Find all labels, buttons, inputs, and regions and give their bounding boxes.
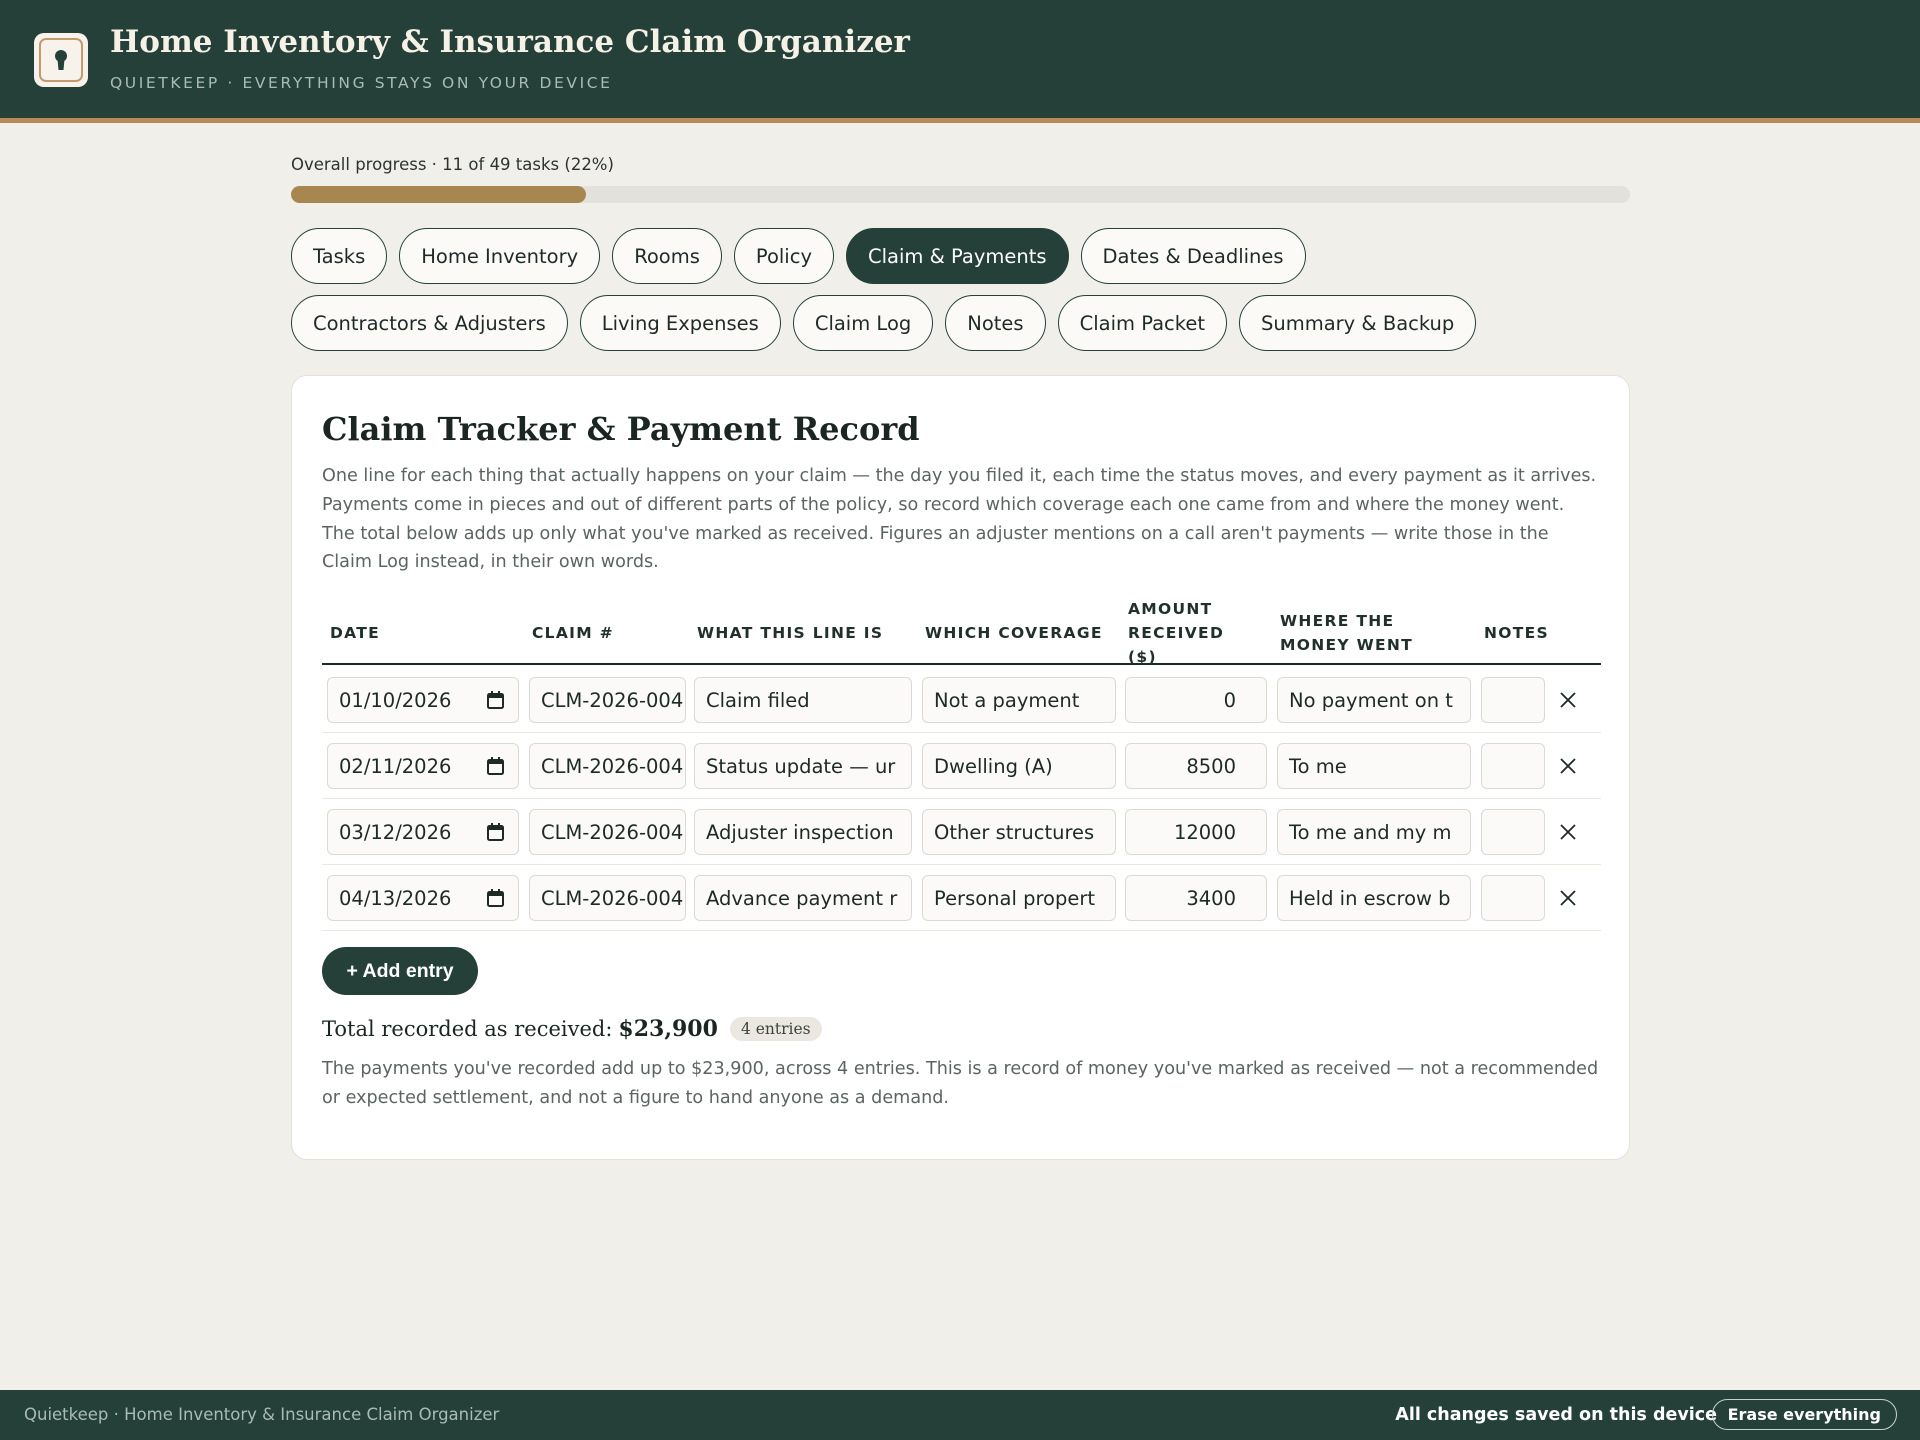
total-received: Total recorded as received: $23,900 4 en…	[322, 1016, 822, 1042]
notes-input[interactable]	[1481, 743, 1545, 789]
section-title: Claim Tracker & Payment Record	[322, 410, 920, 448]
keyhole-icon	[39, 38, 83, 82]
tab-tasks[interactable]: Tasks	[291, 228, 388, 284]
column-header-where: WHERE THE MONEY WENT	[1280, 612, 1414, 654]
calendar-icon[interactable]	[487, 823, 504, 841]
tab-home-inventory[interactable]: Home Inventory	[399, 228, 601, 284]
column-header-date: DATE	[330, 624, 381, 642]
where-money-went-input[interactable]: To me	[1277, 743, 1471, 789]
erase-everything-button[interactable]: Erase everything	[1711, 1399, 1897, 1430]
line-description-input[interactable]: Adjuster inspection	[694, 809, 912, 855]
tab-contractors-adjusters[interactable]: Contractors & Adjusters	[291, 295, 568, 351]
notes-input[interactable]	[1481, 875, 1545, 921]
where-money-went-input[interactable]: No payment on t	[1277, 677, 1471, 723]
notes-input[interactable]	[1481, 809, 1545, 855]
amount-input[interactable]: 8500	[1125, 743, 1267, 789]
column-header-coverage: WHICH COVERAGE	[925, 624, 1103, 642]
tab-notes[interactable]: Notes	[945, 295, 1046, 351]
tab-policy[interactable]: Policy	[733, 228, 834, 284]
app-footer: Quietkeep · Home Inventory & Insurance C…	[0, 1390, 1920, 1440]
delete-row-icon[interactable]	[1556, 820, 1580, 844]
delete-row-icon[interactable]	[1556, 754, 1580, 778]
column-header-claim: CLAIM #	[532, 624, 614, 642]
claim-number-input[interactable]: CLM-2026-004	[529, 875, 686, 921]
tab-dates-deadlines[interactable]: Dates & Deadlines	[1080, 228, 1306, 284]
total-note: The payments you've recorded add up to $…	[322, 1059, 1599, 1108]
date-value: 02/11/2026	[339, 754, 452, 778]
coverage-input[interactable]: Not a payment	[922, 677, 1116, 723]
section-description: One line for each thing that actually ha…	[322, 466, 1597, 573]
line-description-input[interactable]: Claim filed	[694, 677, 912, 723]
amount-input[interactable]: 0	[1125, 677, 1267, 723]
tab-summary-backup[interactable]: Summary & Backup	[1238, 295, 1477, 351]
app-title: Home Inventory & Insurance Claim Organiz…	[110, 24, 910, 60]
table-header: DATE CLAIM # WHAT THIS LINE IS WHICH COV…	[322, 600, 1601, 666]
table-row: 03/12/2026 CLM-2026-004 Adjuster inspect…	[322, 799, 1601, 865]
line-description-input[interactable]: Advance payment r	[694, 875, 912, 921]
coverage-input[interactable]: Dwelling (A)	[922, 743, 1116, 789]
add-entry-button[interactable]: + Add entry	[322, 947, 478, 995]
column-header-amount: AMOUNT RECEIVED ($)	[1128, 600, 1225, 666]
tab-rooms[interactable]: Rooms	[612, 228, 722, 284]
calendar-icon[interactable]	[487, 757, 504, 775]
date-value: 03/12/2026	[339, 820, 452, 844]
line-description-input[interactable]: Status update — ur	[694, 743, 912, 789]
app-logo	[34, 33, 88, 87]
app-subtitle: QUIETKEEP · EVERYTHING STAYS ON YOUR DEV…	[110, 74, 613, 92]
total-amount: $23,900	[618, 1016, 718, 1042]
total-label: Total recorded as received:	[322, 1017, 613, 1041]
claim-number-input[interactable]: CLM-2026-004	[529, 677, 686, 723]
tab-living-expenses[interactable]: Living Expenses	[579, 295, 781, 351]
notes-input[interactable]	[1481, 677, 1545, 723]
claim-tracker-card: Claim Tracker & Payment Record One line …	[291, 375, 1630, 1160]
date-input[interactable]: 01/10/2026	[327, 677, 519, 723]
amount-input[interactable]: 12000	[1125, 809, 1267, 855]
delete-row-icon[interactable]	[1556, 688, 1580, 712]
progress-bar-fill	[291, 186, 586, 203]
tab-claim-packet[interactable]: Claim Packet	[1057, 295, 1227, 351]
date-input[interactable]: 03/12/2026	[327, 809, 519, 855]
tab-claim-payments[interactable]: Claim & Payments	[845, 228, 1069, 284]
section-tabs: Tasks Home Inventory Rooms Policy Claim …	[291, 228, 1591, 351]
calendar-icon[interactable]	[487, 691, 504, 709]
date-input[interactable]: 04/13/2026	[327, 875, 519, 921]
coverage-input[interactable]: Other structures	[922, 809, 1116, 855]
where-money-went-input[interactable]: To me and my m	[1277, 809, 1471, 855]
amount-input[interactable]: 3400	[1125, 875, 1267, 921]
table-row: 02/11/2026 CLM-2026-004 Status update — …	[322, 733, 1601, 799]
coverage-input[interactable]: Personal propert	[922, 875, 1116, 921]
progress-bar	[291, 186, 1630, 203]
date-input[interactable]: 02/11/2026	[327, 743, 519, 789]
column-header-what: WHAT THIS LINE IS	[697, 624, 884, 642]
delete-row-icon[interactable]	[1556, 886, 1580, 910]
claim-number-input[interactable]: CLM-2026-004	[529, 809, 686, 855]
save-status: All changes saved on this device	[1395, 1405, 1717, 1425]
where-money-went-input[interactable]: Held in escrow b	[1277, 875, 1471, 921]
entries-count-badge: 4 entries	[729, 1017, 822, 1041]
column-header-notes: NOTES	[1484, 624, 1549, 642]
claim-number-input[interactable]: CLM-2026-004	[529, 743, 686, 789]
calendar-icon[interactable]	[487, 889, 504, 907]
table-row: 01/10/2026 CLM-2026-004 Claim filed Not …	[322, 667, 1601, 733]
progress-label: Overall progress · 11 of 49 tasks (22%)	[291, 155, 614, 174]
date-value: 04/13/2026	[339, 886, 452, 910]
date-value: 01/10/2026	[339, 688, 452, 712]
footer-app-name: Quietkeep · Home Inventory & Insurance C…	[24, 1405, 500, 1424]
tab-claim-log[interactable]: Claim Log	[792, 295, 934, 351]
table-row: 04/13/2026 CLM-2026-004 Advance payment …	[322, 865, 1601, 931]
app-header: Home Inventory & Insurance Claim Organiz…	[0, 0, 1920, 123]
